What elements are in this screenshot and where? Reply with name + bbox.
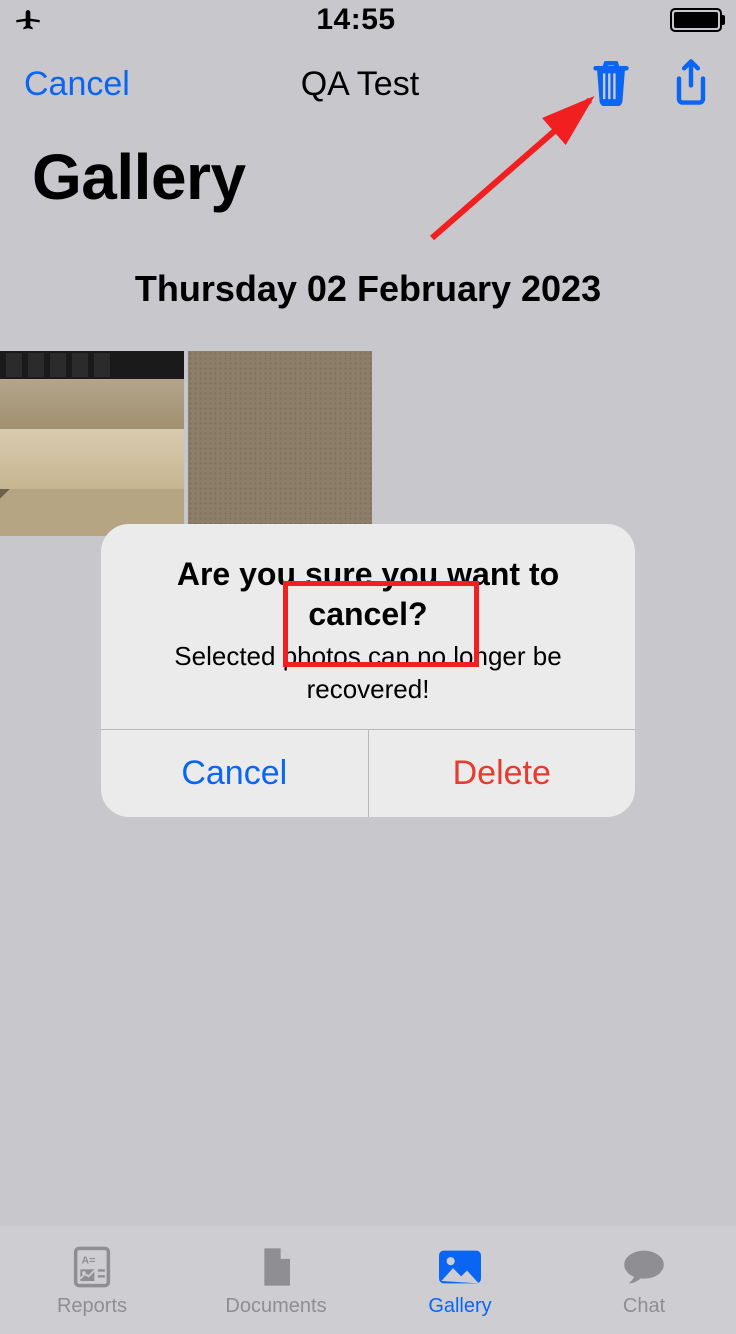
gallery-icon xyxy=(432,1243,488,1291)
date-section-header: Thursday 02 February 2023 xyxy=(0,268,736,310)
share-icon xyxy=(670,58,712,106)
battery-icon xyxy=(670,8,722,32)
nav-bar: Cancel QA Test xyxy=(0,48,736,120)
airplane-mode-icon xyxy=(14,6,42,34)
chat-icon xyxy=(616,1243,672,1291)
svg-text:A=: A= xyxy=(82,1254,96,1266)
cancel-button[interactable]: Cancel xyxy=(24,65,130,104)
dialog-buttons: Cancel Delete xyxy=(101,729,635,817)
tab-chat[interactable]: Chat xyxy=(552,1226,736,1334)
nav-title: QA Test xyxy=(301,65,419,104)
reports-icon: A= xyxy=(64,1243,120,1291)
trash-button[interactable] xyxy=(590,58,632,111)
confirm-dialog: Are you sure you want to cancel? Selecte… xyxy=(101,524,635,817)
dialog-cancel-button[interactable]: Cancel xyxy=(101,730,369,817)
tab-label: Gallery xyxy=(428,1295,491,1318)
tab-bar: A= Reports Documents Gallery Chat xyxy=(0,1226,736,1334)
tab-reports[interactable]: A= Reports xyxy=(0,1226,184,1334)
dialog-body: Are you sure you want to cancel? Selecte… xyxy=(101,524,635,729)
tab-label: Reports xyxy=(57,1295,127,1318)
photo-thumbnail[interactable] xyxy=(0,351,184,536)
status-right xyxy=(670,8,722,32)
thumbnail-row xyxy=(0,351,372,536)
status-time: 14:55 xyxy=(316,3,395,37)
status-left xyxy=(14,6,42,34)
dialog-title: Are you sure you want to cancel? xyxy=(129,554,607,634)
photo-thumbnail[interactable] xyxy=(188,351,372,536)
nav-actions xyxy=(590,58,712,111)
documents-icon xyxy=(248,1243,304,1291)
dialog-message: Selected photos can no longer be recover… xyxy=(129,640,607,705)
dialog-delete-button[interactable]: Delete xyxy=(369,730,636,817)
tab-label: Chat xyxy=(623,1295,665,1318)
tab-gallery[interactable]: Gallery xyxy=(368,1226,552,1334)
trash-icon xyxy=(590,58,632,106)
status-bar: 14:55 xyxy=(0,0,736,40)
tab-label: Documents xyxy=(225,1295,326,1318)
share-button[interactable] xyxy=(670,58,712,111)
page-title: Gallery xyxy=(32,140,246,214)
tab-documents[interactable]: Documents xyxy=(184,1226,368,1334)
